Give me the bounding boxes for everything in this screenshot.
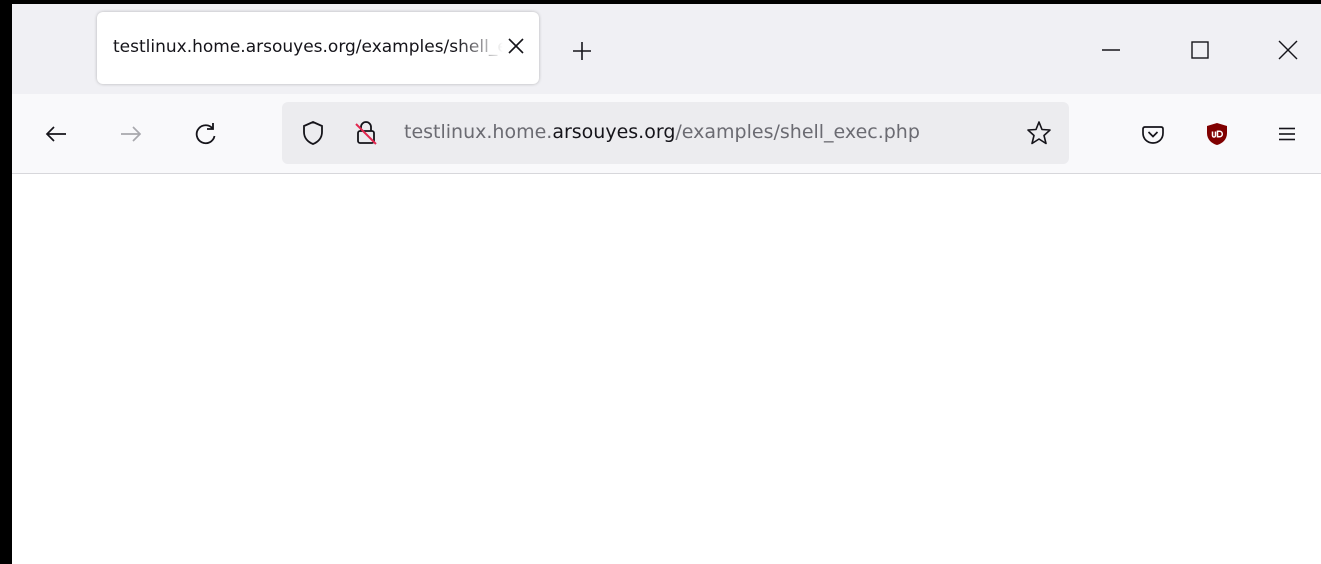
insecure-lock-icon[interactable] (352, 119, 380, 147)
navigation-toolbar: testlinux.home.arsouyes.org/examples/she… (12, 94, 1321, 174)
tab-title: testlinux.home.arsouyes.org/examples/she… (113, 37, 503, 57)
url-prefix: testlinux.home. (404, 121, 553, 143)
tab-close-icon[interactable] (503, 33, 529, 59)
pocket-icon[interactable] (1139, 120, 1167, 148)
tab-bar: testlinux.home.arsouyes.org/examples/she… (12, 4, 1321, 94)
tab-active[interactable]: testlinux.home.arsouyes.org/examples/she… (97, 12, 539, 84)
hamburger-menu-icon[interactable] (1273, 120, 1301, 148)
url-path: /examples/shell_exec.php (675, 121, 920, 143)
reload-icon[interactable] (192, 120, 220, 148)
new-tab-plus-icon[interactable] (568, 37, 596, 65)
url-domain: arsouyes.org (552, 121, 676, 143)
browser-window: testlinux.home.arsouyes.org/examples/she… (12, 0, 1321, 564)
page-content-area (12, 174, 1321, 564)
bookmark-star-icon[interactable] (1025, 119, 1053, 147)
window-close-icon[interactable] (1275, 37, 1301, 63)
ublock-origin-icon[interactable] (1203, 120, 1231, 148)
maximize-icon[interactable] (1187, 37, 1213, 63)
back-arrow-icon[interactable] (42, 120, 70, 148)
minimize-icon[interactable] (1098, 37, 1124, 63)
url-text[interactable]: testlinux.home.arsouyes.org/examples/she… (404, 121, 1022, 143)
url-bar[interactable]: testlinux.home.arsouyes.org/examples/she… (282, 102, 1069, 164)
tracking-protection-shield-icon[interactable] (299, 119, 327, 147)
forward-arrow-icon[interactable] (117, 120, 145, 148)
